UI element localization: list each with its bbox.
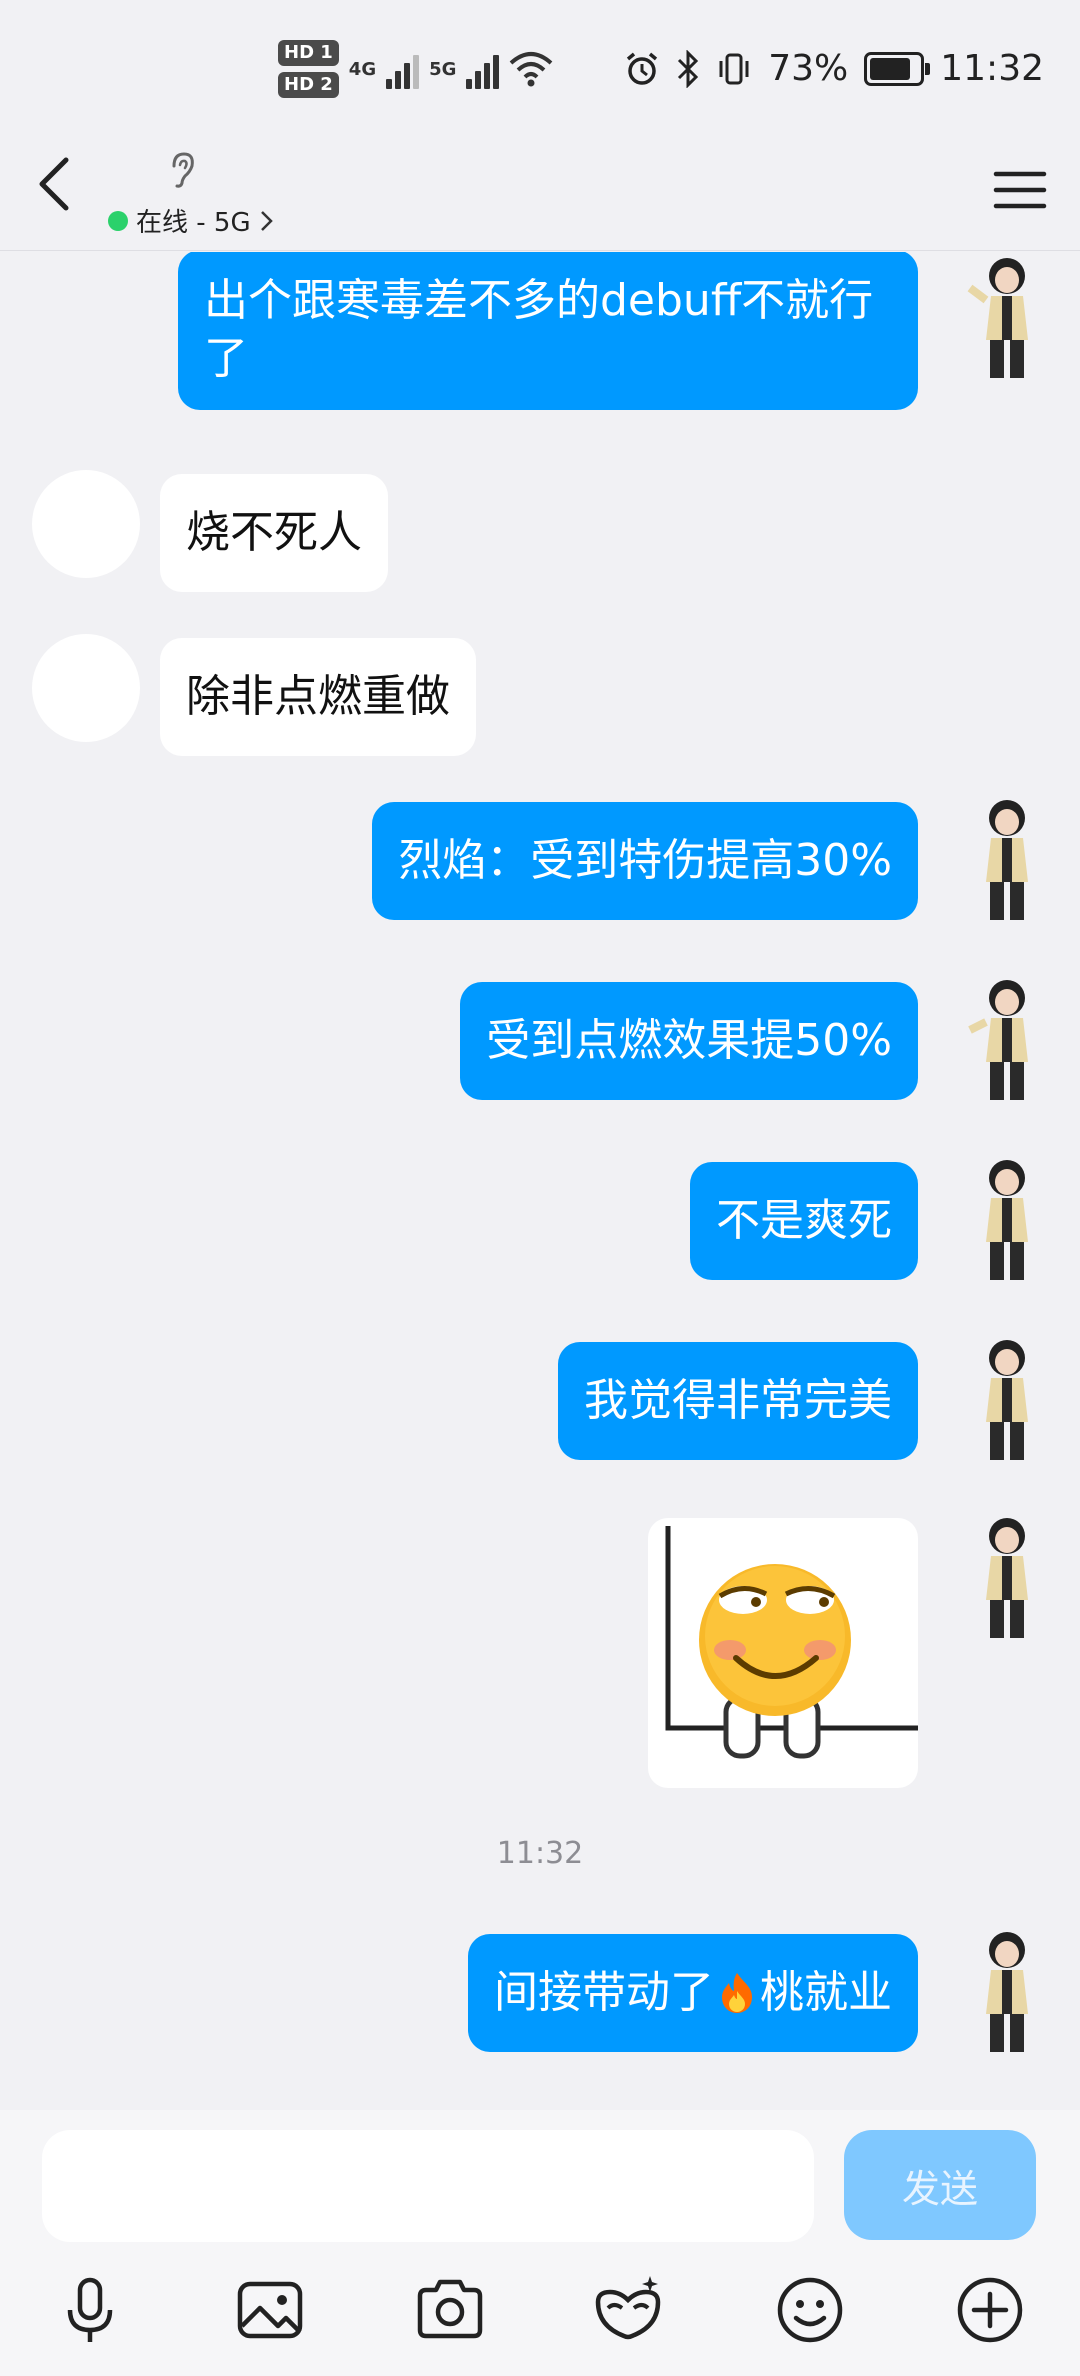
- wifi-icon: [510, 52, 553, 87]
- battery-percent: 73%: [768, 48, 849, 89]
- camera-icon[interactable]: [410, 2270, 490, 2350]
- message-bubble-mine[interactable]: 出个跟寒毒差不多的debuff不就行了: [178, 252, 918, 410]
- my-avatar[interactable]: [966, 1150, 1048, 1290]
- network-indicators: HD 1 HD 2 4G 5G: [278, 40, 553, 98]
- message-text-after: 桃就业: [760, 1967, 892, 2018]
- message-text: 除非点燃重做: [186, 671, 450, 722]
- message-bubble-mine[interactable]: 烈焰：受到特伤提高30%: [372, 802, 918, 920]
- contact-avatar[interactable]: [32, 470, 140, 578]
- message-text-before: 间接带动了: [494, 1967, 714, 2018]
- status-bar: HD 1 HD 2 4G 5G 73% 11:32: [0, 0, 1080, 150]
- my-avatar[interactable]: [966, 790, 1048, 930]
- message-input[interactable]: [42, 2130, 814, 2242]
- image-icon[interactable]: [230, 2270, 310, 2350]
- smirking-emoji-sticker: [665, 1526, 918, 1759]
- clock: 11:32: [940, 48, 1044, 89]
- message-text: 烈焰：受到特伤提高30%: [398, 835, 892, 886]
- online-status-text: 在线 - 5G: [136, 208, 251, 238]
- message-text: 烧不死人: [186, 507, 362, 558]
- emoji-icon[interactable]: [770, 2270, 850, 2350]
- signal-icon-2: [466, 49, 500, 89]
- my-avatar[interactable]: [966, 970, 1048, 1110]
- message-bubble-theirs[interactable]: 烧不死人: [160, 474, 388, 592]
- bluetooth-icon: [678, 49, 699, 88]
- my-avatar[interactable]: [966, 1508, 1048, 1648]
- fire-emoji: [722, 1973, 752, 2013]
- message-text: 受到点燃效果提50%: [486, 1015, 892, 1066]
- battery-icon: [864, 51, 931, 86]
- hd-sim2-badge: HD 2: [278, 72, 339, 98]
- my-avatar[interactable]: [966, 1922, 1048, 2062]
- online-dot: [108, 210, 128, 231]
- send-button[interactable]: 发送: [844, 2130, 1036, 2240]
- net2-label: 5G: [429, 58, 457, 80]
- message-text: 不是爽死: [716, 1195, 892, 1246]
- sticker-message[interactable]: [648, 1518, 918, 1788]
- message-list[interactable]: 出个跟寒毒差不多的debuff不就行了 烧不死人 除非点燃重做 烈焰：受到特伤提…: [0, 252, 1080, 2108]
- alarm-icon: [627, 52, 658, 85]
- message-bubble-mine[interactable]: 不是爽死: [690, 1162, 918, 1280]
- vibrate-icon: [719, 53, 749, 84]
- composer: 发送: [0, 2110, 1080, 2376]
- my-avatar[interactable]: [966, 252, 1048, 388]
- back-icon[interactable]: [30, 150, 90, 230]
- message-timestamp: 11:32: [496, 1836, 584, 1871]
- ear-icon[interactable]: [162, 150, 202, 190]
- message-bubble-mine[interactable]: 受到点燃效果提50%: [460, 982, 918, 1100]
- menu-icon[interactable]: [990, 160, 1050, 220]
- net1-label: 4G: [348, 58, 377, 80]
- redpacket-mask-icon[interactable]: [588, 2270, 668, 2350]
- chat-header: 在线 - 5G: [0, 150, 1080, 251]
- chevron-right-icon: [260, 210, 273, 231]
- microphone-icon[interactable]: [50, 2270, 130, 2350]
- message-bubble-mine[interactable]: 间接带动了 桃就业: [468, 1934, 918, 2052]
- message-text: 我觉得非常完美: [584, 1375, 892, 1426]
- online-status[interactable]: 在线 - 5G: [108, 202, 275, 239]
- plus-icon[interactable]: [950, 2270, 1030, 2350]
- system-indicators: 73% 11:32: [624, 48, 1044, 89]
- contact-avatar[interactable]: [32, 634, 140, 742]
- signal-icon-1: [386, 49, 420, 89]
- composer-toolbar: [0, 2270, 1080, 2360]
- battery-fill: [870, 57, 910, 80]
- message-bubble-mine[interactable]: 我觉得非常完美: [558, 1342, 918, 1460]
- hd-sim1-badge: HD 1: [278, 40, 339, 66]
- message-text: 出个跟寒毒差不多的debuff不就行了: [204, 275, 874, 384]
- message-bubble-theirs[interactable]: 除非点燃重做: [160, 638, 476, 756]
- my-avatar[interactable]: [966, 1330, 1048, 1470]
